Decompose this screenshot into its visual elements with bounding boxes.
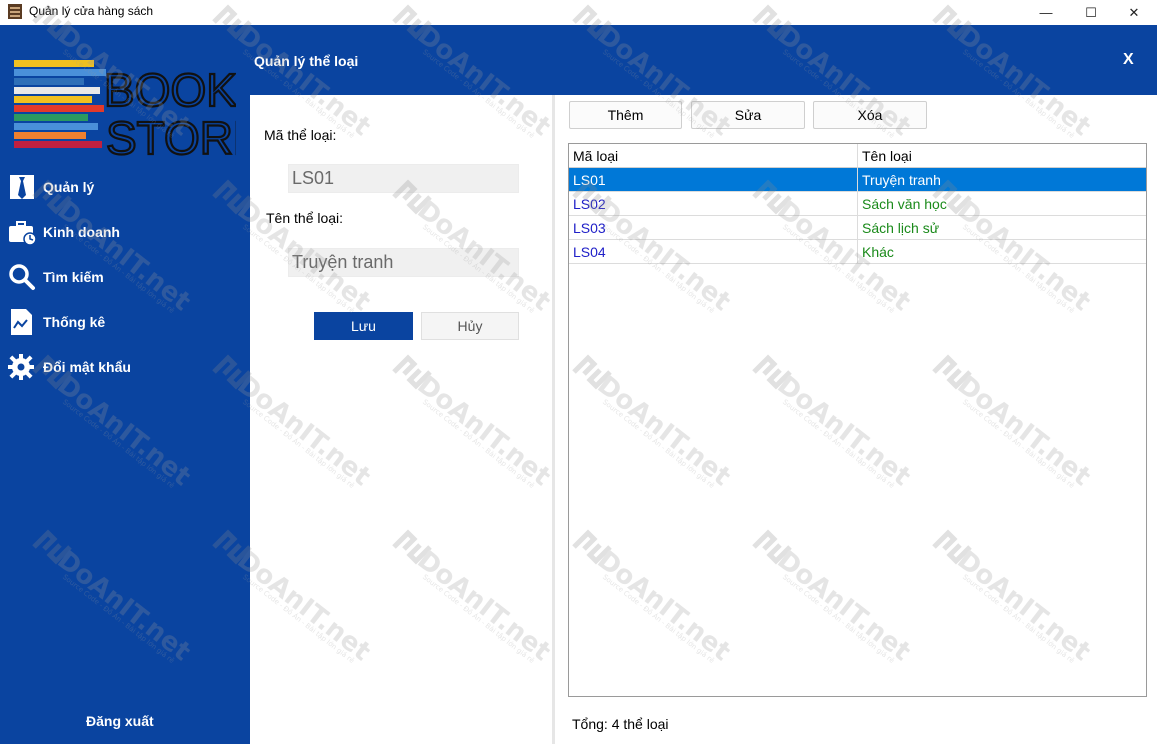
table-cell-code[interactable]: LS03	[569, 216, 858, 240]
category-code-label: Mã thể loại:	[264, 127, 337, 143]
sidebar-item-label: Đổi mật khẩu	[43, 359, 131, 375]
sidebar-item-search[interactable]: Tìm kiếm	[0, 259, 250, 295]
table-cell-name[interactable]: Sách lịch sử	[858, 216, 1146, 240]
table-cell-name[interactable]: Khác	[858, 240, 1146, 264]
table-cell-name[interactable]: Truyện tranh	[858, 168, 1146, 192]
minimize-button[interactable]: —	[1023, 0, 1069, 25]
logo-text-book: BOOK	[104, 64, 236, 116]
sidebar-item-label: Kinh doanh	[43, 224, 120, 240]
close-panel-button[interactable]: X	[1123, 51, 1134, 69]
add-button[interactable]: Thêm	[569, 101, 682, 129]
save-button[interactable]: Lưu	[314, 312, 413, 340]
sidebar-item-business[interactable]: Kinh doanh	[0, 214, 250, 250]
sidebar-item-change-password[interactable]: Đổi mật khẩu	[0, 349, 250, 385]
sidebar-item-manage[interactable]: Quản lý	[0, 169, 250, 205]
edit-button[interactable]: Sửa	[691, 101, 805, 129]
sidebar-item-label: Tìm kiếm	[43, 269, 104, 285]
table-row[interactable]: LS04 Khác	[569, 240, 1146, 264]
table-cell-code[interactable]: LS01	[569, 168, 858, 192]
search-icon	[9, 264, 35, 290]
briefcase-icon	[9, 221, 36, 246]
sidebar-item-statistics[interactable]: Thống kê	[0, 304, 250, 340]
table-cell-code[interactable]: LS04	[569, 240, 858, 264]
category-table[interactable]: Mã loại Tên loại LS01 Truyện tranh LS02 …	[568, 143, 1147, 697]
category-name-field[interactable]: Truyện tranh	[288, 248, 519, 277]
window-title: Quản lý cửa hàng sách	[29, 4, 154, 18]
panel-divider	[552, 95, 555, 744]
close-window-button[interactable]: ✕	[1111, 0, 1157, 25]
table-cell-code[interactable]: LS02	[569, 192, 858, 216]
page-header: Quản lý thể loại X	[250, 25, 1157, 95]
table-row[interactable]: LS03 Sách lịch sử	[569, 216, 1146, 240]
logo-text-store: STORE	[106, 112, 236, 158]
table-row[interactable]: LS02 Sách văn học	[569, 192, 1146, 216]
report-icon	[11, 309, 32, 335]
table-header-row: Mã loại Tên loại	[569, 144, 1146, 168]
cancel-button[interactable]: Hủy	[421, 312, 519, 340]
category-name-label: Tên thể loại:	[266, 210, 344, 226]
logout-button[interactable]: Đăng xuất	[86, 713, 154, 729]
page-title: Quản lý thể loại	[254, 53, 359, 69]
category-code-field[interactable]: LS01	[288, 164, 519, 193]
sidebar-item-label: Quản lý	[43, 179, 95, 195]
gear-icon	[8, 354, 34, 380]
window-titlebar: Quản lý cửa hàng sách — ☐ ✕	[0, 0, 1157, 25]
table-row[interactable]: LS01 Truyện tranh	[569, 168, 1146, 192]
bookstore-app-icon	[8, 4, 22, 19]
table-cell-name[interactable]: Sách văn học	[858, 192, 1146, 216]
delete-button[interactable]: Xóa	[813, 101, 927, 129]
column-header-name[interactable]: Tên loại	[858, 144, 1146, 168]
sidebar: BOOK STORE Quản lý Kinh doanh Tìm kiếm T…	[0, 25, 250, 744]
sidebar-item-label: Thống kê	[43, 314, 106, 330]
tie-icon	[10, 175, 34, 199]
column-header-code[interactable]: Mã loại	[569, 144, 858, 168]
total-count: Tổng: 4 thể loại	[572, 716, 669, 732]
maximize-button[interactable]: ☐	[1068, 0, 1114, 25]
bookstore-logo: BOOK STORE	[14, 60, 236, 158]
